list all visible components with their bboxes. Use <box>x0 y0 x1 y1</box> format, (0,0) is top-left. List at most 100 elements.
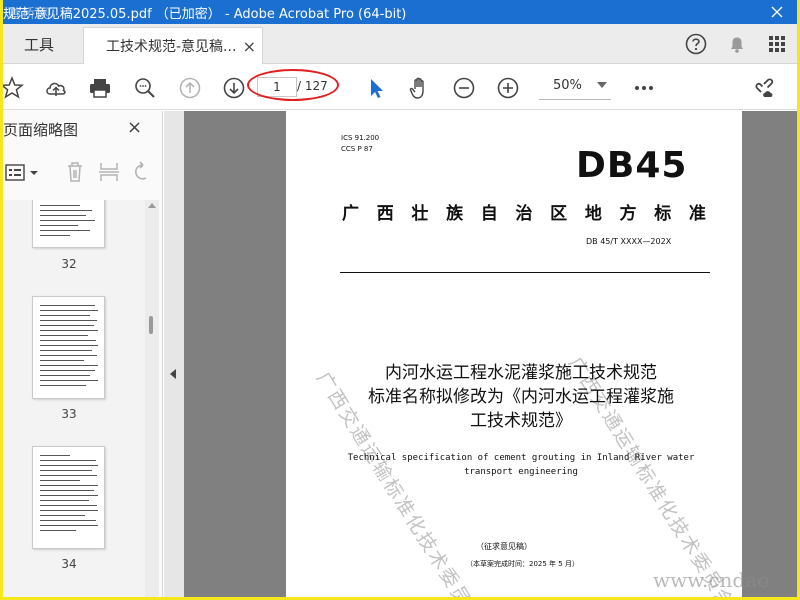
select-tool-button[interactable] <box>363 75 389 101</box>
notifications-button[interactable] <box>726 33 748 55</box>
plus-circle-icon <box>497 77 519 99</box>
zoom-out-button[interactable] <box>451 75 477 101</box>
thumbnail-label: 32 <box>61 257 77 271</box>
upload-cloud-button[interactable] <box>43 75 69 101</box>
ccs-code: CCS P 87 <box>341 145 373 153</box>
bell-icon <box>731 37 743 53</box>
heading-char: 广 <box>342 204 359 224</box>
thumbnail-scrollbar[interactable] <box>145 200 159 597</box>
heading-char: 西 <box>376 204 394 224</box>
standard-body-heading: 广 西 壮 族 自 治 区 地 方 标 准 <box>342 199 706 224</box>
standard-number: DB 45/T XXXX—202X <box>586 237 672 246</box>
scrollbar-thumb[interactable] <box>149 316 153 334</box>
page-navigator: 1 / 127 <box>247 69 339 101</box>
arrow-up-circle-icon <box>179 77 201 99</box>
close-icon <box>771 6 783 18</box>
print-button[interactable] <box>87 75 113 101</box>
page-thumbnail-33[interactable] <box>32 296 105 399</box>
zoom-in-button[interactable] <box>495 75 521 101</box>
close-window-button[interactable] <box>763 0 791 24</box>
panel-toolbar <box>3 158 163 188</box>
zoom-select[interactable]: 50% <box>539 74 611 100</box>
heading-char: 准 <box>688 204 706 224</box>
acrobat-window: 规范-意见稿2025.05.pdf （已加密） - Adobe Acrobat … <box>3 0 797 597</box>
find-button[interactable] <box>132 75 158 101</box>
heading-char: 治 <box>515 204 533 224</box>
classification-codes: ICS 91.200 CCS P 87 <box>341 133 379 155</box>
en-title-line: Technical specification of cement grouti… <box>347 453 695 463</box>
heading-char: 区 <box>550 204 568 224</box>
cursor-arrow-icon <box>371 79 383 98</box>
help-icon <box>685 33 707 55</box>
cloud-upload-icon <box>46 82 66 96</box>
pdf-page: ICS 91.200 CCS P 87 DB45 广 西 壮 族 自 治 区 地… <box>286 111 742 597</box>
rotate-pages-button[interactable] <box>131 160 155 184</box>
share-link-button[interactable] <box>752 75 778 101</box>
document-view[interactable]: ICS 91.200 CCS P 87 DB45 广 西 壮 族 自 治 区 地… <box>184 111 797 597</box>
window-title: 规范-意见稿2025.05.pdf （已加密） - Adobe Acrobat … <box>3 6 407 22</box>
bookmark-button[interactable] <box>3 75 25 101</box>
star-icon <box>3 75 25 99</box>
tab-tools[interactable]: 工具 <box>3 24 75 64</box>
rotate-icon <box>135 161 147 180</box>
split-icon <box>99 163 119 181</box>
ellipsis-icon <box>635 86 653 90</box>
title-line: 标准名称拟修改为《内河水运工程灌浆施 <box>368 387 674 407</box>
zoom-value: 50% <box>553 78 582 93</box>
hand-tool-button[interactable] <box>407 75 433 101</box>
close-tab-button[interactable]: × <box>243 37 256 56</box>
heading-char: 族 <box>446 204 464 224</box>
arrow-down-circle-icon <box>223 77 245 99</box>
english-title: Technical specification of cement grouti… <box>346 451 696 479</box>
red-highlight-circle <box>247 69 339 101</box>
search-icon <box>135 78 155 98</box>
document-tab-label: 工技术规范-意见稿... <box>106 39 237 55</box>
main-toolbar: 1 / 127 50% <box>3 65 797 110</box>
more-tools-button[interactable] <box>631 75 657 101</box>
thumbnail-list: 32 33 34 <box>3 200 153 597</box>
collapse-panel-handle[interactable] <box>164 111 184 597</box>
scroll-up-icon[interactable] <box>148 203 156 208</box>
title-line: 工技术规范》 <box>470 411 572 431</box>
panel-title: 页面缩略图 <box>3 121 79 139</box>
db-code: DB45 <box>576 145 688 186</box>
site-logo-watermark: 道桥网 <box>7 7 53 22</box>
help-button[interactable] <box>685 33 707 55</box>
previous-page-button[interactable] <box>177 75 203 101</box>
heading-char: 地 <box>584 204 602 224</box>
chevron-down-icon <box>597 82 607 88</box>
page-thumbnail-34[interactable] <box>32 446 105 549</box>
heading-char: 标 <box>654 204 672 224</box>
en-title-line: transport engineering <box>464 467 578 477</box>
draft-label: （征求意见稿） <box>476 542 532 551</box>
ics-code: ICS 91.200 <box>341 134 380 142</box>
heading-char: 壮 <box>411 204 429 224</box>
header-rule <box>340 272 710 273</box>
thumbnail-label: 33 <box>61 407 77 421</box>
title-bar: 规范-意见稿2025.05.pdf （已加密） - Adobe Acrobat … <box>3 0 797 24</box>
grid-icon <box>769 36 785 52</box>
trash-icon <box>68 162 82 182</box>
link-cloud-icon <box>755 78 774 97</box>
heading-char: 自 <box>480 204 498 224</box>
tab-document[interactable]: 工技术规范-意见稿... × <box>83 27 263 64</box>
thumbnail-label: 34 <box>61 557 77 571</box>
next-page-button[interactable] <box>221 75 247 101</box>
site-url-watermark: www.cndao <box>653 568 770 592</box>
delete-pages-button[interactable] <box>63 160 87 184</box>
completion-note: （本草案完成时间：2025 年 5 月） <box>466 560 579 568</box>
tab-bar: 工具 工技术规范-意见稿... × <box>3 24 797 64</box>
page-thumbnail-32[interactable] <box>32 200 105 248</box>
apps-button[interactable] <box>766 33 788 55</box>
hand-icon <box>409 77 424 99</box>
minus-circle-icon <box>453 77 475 99</box>
printer-icon <box>90 79 110 98</box>
page-thumbnails-panel: 页面缩略图 × 32 33 34 <box>3 111 163 597</box>
chinese-title: 内河水运工程水泥灌浆施工技术规范 标准名称拟修改为《内河水运工程灌浆施 工技术规… <box>326 361 716 433</box>
close-panel-button[interactable]: × <box>127 117 142 138</box>
list-menu-icon <box>5 164 38 181</box>
title-line: 内河水运工程水泥灌浆施工技术规范 <box>385 363 657 383</box>
thumbnail-options-button[interactable] <box>5 162 41 184</box>
split-pages-button[interactable] <box>97 160 121 184</box>
heading-char: 方 <box>619 204 637 224</box>
